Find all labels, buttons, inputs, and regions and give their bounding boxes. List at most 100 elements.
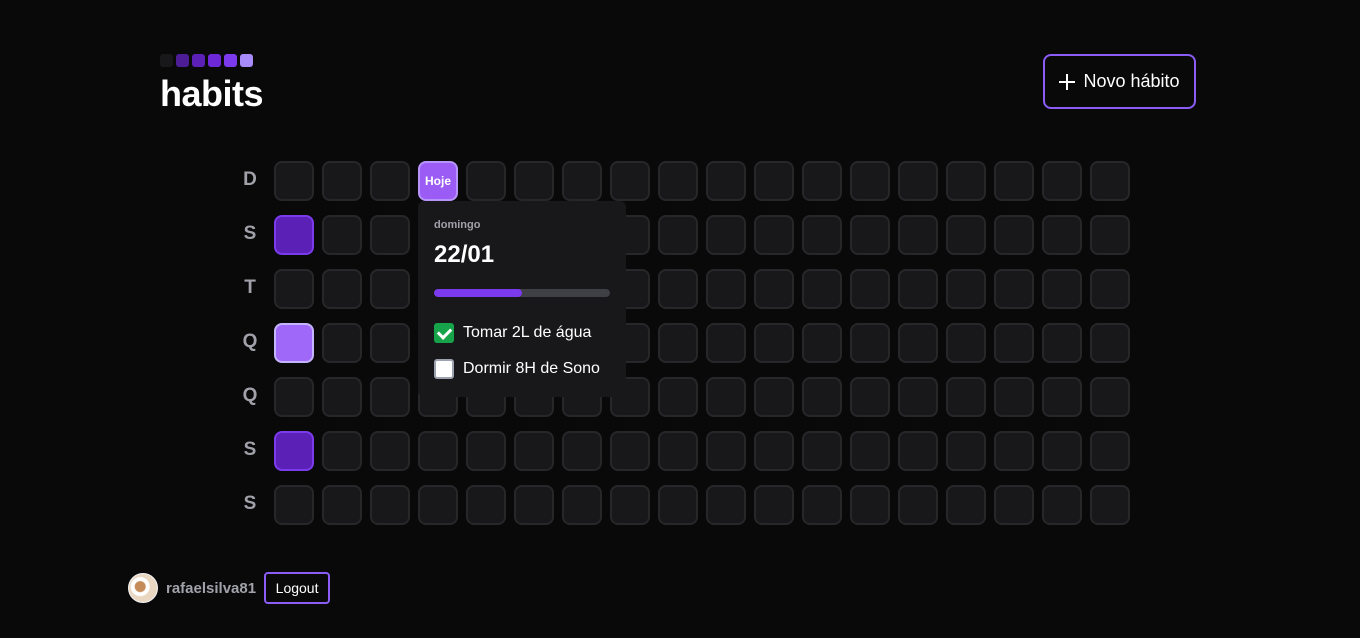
day-cell[interactable] xyxy=(994,431,1034,471)
day-cell[interactable] xyxy=(802,431,842,471)
day-cell[interactable] xyxy=(802,161,842,201)
day-cell[interactable] xyxy=(706,215,746,255)
day-cell[interactable] xyxy=(946,431,986,471)
day-cell[interactable] xyxy=(370,485,410,525)
day-cell[interactable] xyxy=(898,431,938,471)
day-cell[interactable] xyxy=(370,431,410,471)
day-cell[interactable] xyxy=(1090,269,1130,309)
day-cell[interactable] xyxy=(1090,161,1130,201)
day-cell[interactable] xyxy=(658,431,698,471)
day-cell[interactable] xyxy=(946,269,986,309)
day-cell[interactable] xyxy=(946,377,986,417)
day-cell[interactable] xyxy=(562,431,602,471)
day-cell[interactable] xyxy=(754,215,794,255)
day-cell[interactable] xyxy=(850,215,890,255)
day-cell[interactable] xyxy=(274,431,314,471)
day-cell[interactable] xyxy=(1042,269,1082,309)
day-cell[interactable] xyxy=(658,269,698,309)
day-cell[interactable] xyxy=(322,269,362,309)
day-cell[interactable] xyxy=(370,269,410,309)
day-cell[interactable] xyxy=(514,161,554,201)
day-cell[interactable] xyxy=(706,431,746,471)
day-cell[interactable] xyxy=(898,215,938,255)
day-cell[interactable] xyxy=(946,215,986,255)
day-cell[interactable] xyxy=(658,161,698,201)
day-cell[interactable] xyxy=(418,431,458,471)
day-cell[interactable] xyxy=(322,431,362,471)
day-cell[interactable] xyxy=(370,215,410,255)
today-cell[interactable]: Hoje xyxy=(418,161,458,201)
day-cell[interactable] xyxy=(562,161,602,201)
day-cell[interactable] xyxy=(850,269,890,309)
day-cell[interactable] xyxy=(994,485,1034,525)
day-cell[interactable] xyxy=(514,485,554,525)
day-cell[interactable] xyxy=(802,323,842,363)
day-cell[interactable] xyxy=(946,161,986,201)
day-cell[interactable] xyxy=(274,269,314,309)
day-cell[interactable] xyxy=(370,323,410,363)
day-cell[interactable] xyxy=(850,431,890,471)
day-cell[interactable] xyxy=(1042,431,1082,471)
day-cell[interactable] xyxy=(274,215,314,255)
day-cell[interactable] xyxy=(898,269,938,309)
day-cell[interactable] xyxy=(610,161,650,201)
day-cell[interactable] xyxy=(946,323,986,363)
day-cell[interactable] xyxy=(658,323,698,363)
day-cell[interactable] xyxy=(994,377,1034,417)
day-cell[interactable] xyxy=(850,377,890,417)
day-cell[interactable] xyxy=(562,485,602,525)
day-cell[interactable] xyxy=(466,485,506,525)
day-cell[interactable] xyxy=(322,215,362,255)
day-cell[interactable] xyxy=(274,161,314,201)
day-cell[interactable] xyxy=(274,377,314,417)
logout-button[interactable]: Logout xyxy=(264,572,331,604)
day-cell[interactable] xyxy=(274,323,314,363)
day-cell[interactable] xyxy=(466,431,506,471)
day-cell[interactable] xyxy=(898,377,938,417)
day-cell[interactable] xyxy=(754,431,794,471)
day-cell[interactable] xyxy=(1042,377,1082,417)
day-cell[interactable] xyxy=(994,323,1034,363)
day-cell[interactable] xyxy=(322,377,362,417)
day-cell[interactable] xyxy=(802,377,842,417)
day-cell[interactable] xyxy=(658,215,698,255)
day-cell[interactable] xyxy=(706,377,746,417)
habit-checkbox-row[interactable]: Tomar 2L de água xyxy=(434,323,591,343)
unchecked-checkbox[interactable] xyxy=(434,359,454,379)
day-cell[interactable] xyxy=(850,323,890,363)
day-cell[interactable] xyxy=(1090,431,1130,471)
day-cell[interactable] xyxy=(610,485,650,525)
day-cell[interactable] xyxy=(706,269,746,309)
day-cell[interactable] xyxy=(802,485,842,525)
day-cell[interactable] xyxy=(946,485,986,525)
day-cell[interactable] xyxy=(418,485,458,525)
day-cell[interactable] xyxy=(274,485,314,525)
day-cell[interactable] xyxy=(754,377,794,417)
habit-checkbox-row[interactable]: Dormir 8H de Sono xyxy=(434,359,600,379)
new-habit-button[interactable]: Novo hábito xyxy=(1043,54,1196,109)
day-cell[interactable] xyxy=(658,485,698,525)
day-cell[interactable] xyxy=(754,485,794,525)
day-cell[interactable] xyxy=(898,323,938,363)
day-cell[interactable] xyxy=(1090,323,1130,363)
day-cell[interactable] xyxy=(706,485,746,525)
day-cell[interactable] xyxy=(370,161,410,201)
checked-checkbox[interactable] xyxy=(434,323,454,343)
day-cell[interactable] xyxy=(370,377,410,417)
day-cell[interactable] xyxy=(706,161,746,201)
day-cell[interactable] xyxy=(610,431,650,471)
day-cell[interactable] xyxy=(994,269,1034,309)
day-cell[interactable] xyxy=(802,269,842,309)
day-cell[interactable] xyxy=(1090,377,1130,417)
day-cell[interactable] xyxy=(322,161,362,201)
day-cell[interactable] xyxy=(1042,215,1082,255)
day-cell[interactable] xyxy=(898,485,938,525)
day-cell[interactable] xyxy=(754,323,794,363)
day-cell[interactable] xyxy=(1090,215,1130,255)
day-cell[interactable] xyxy=(850,161,890,201)
day-cell[interactable] xyxy=(1042,485,1082,525)
day-cell[interactable] xyxy=(898,161,938,201)
day-cell[interactable] xyxy=(706,323,746,363)
day-cell[interactable] xyxy=(994,161,1034,201)
day-cell[interactable] xyxy=(322,485,362,525)
